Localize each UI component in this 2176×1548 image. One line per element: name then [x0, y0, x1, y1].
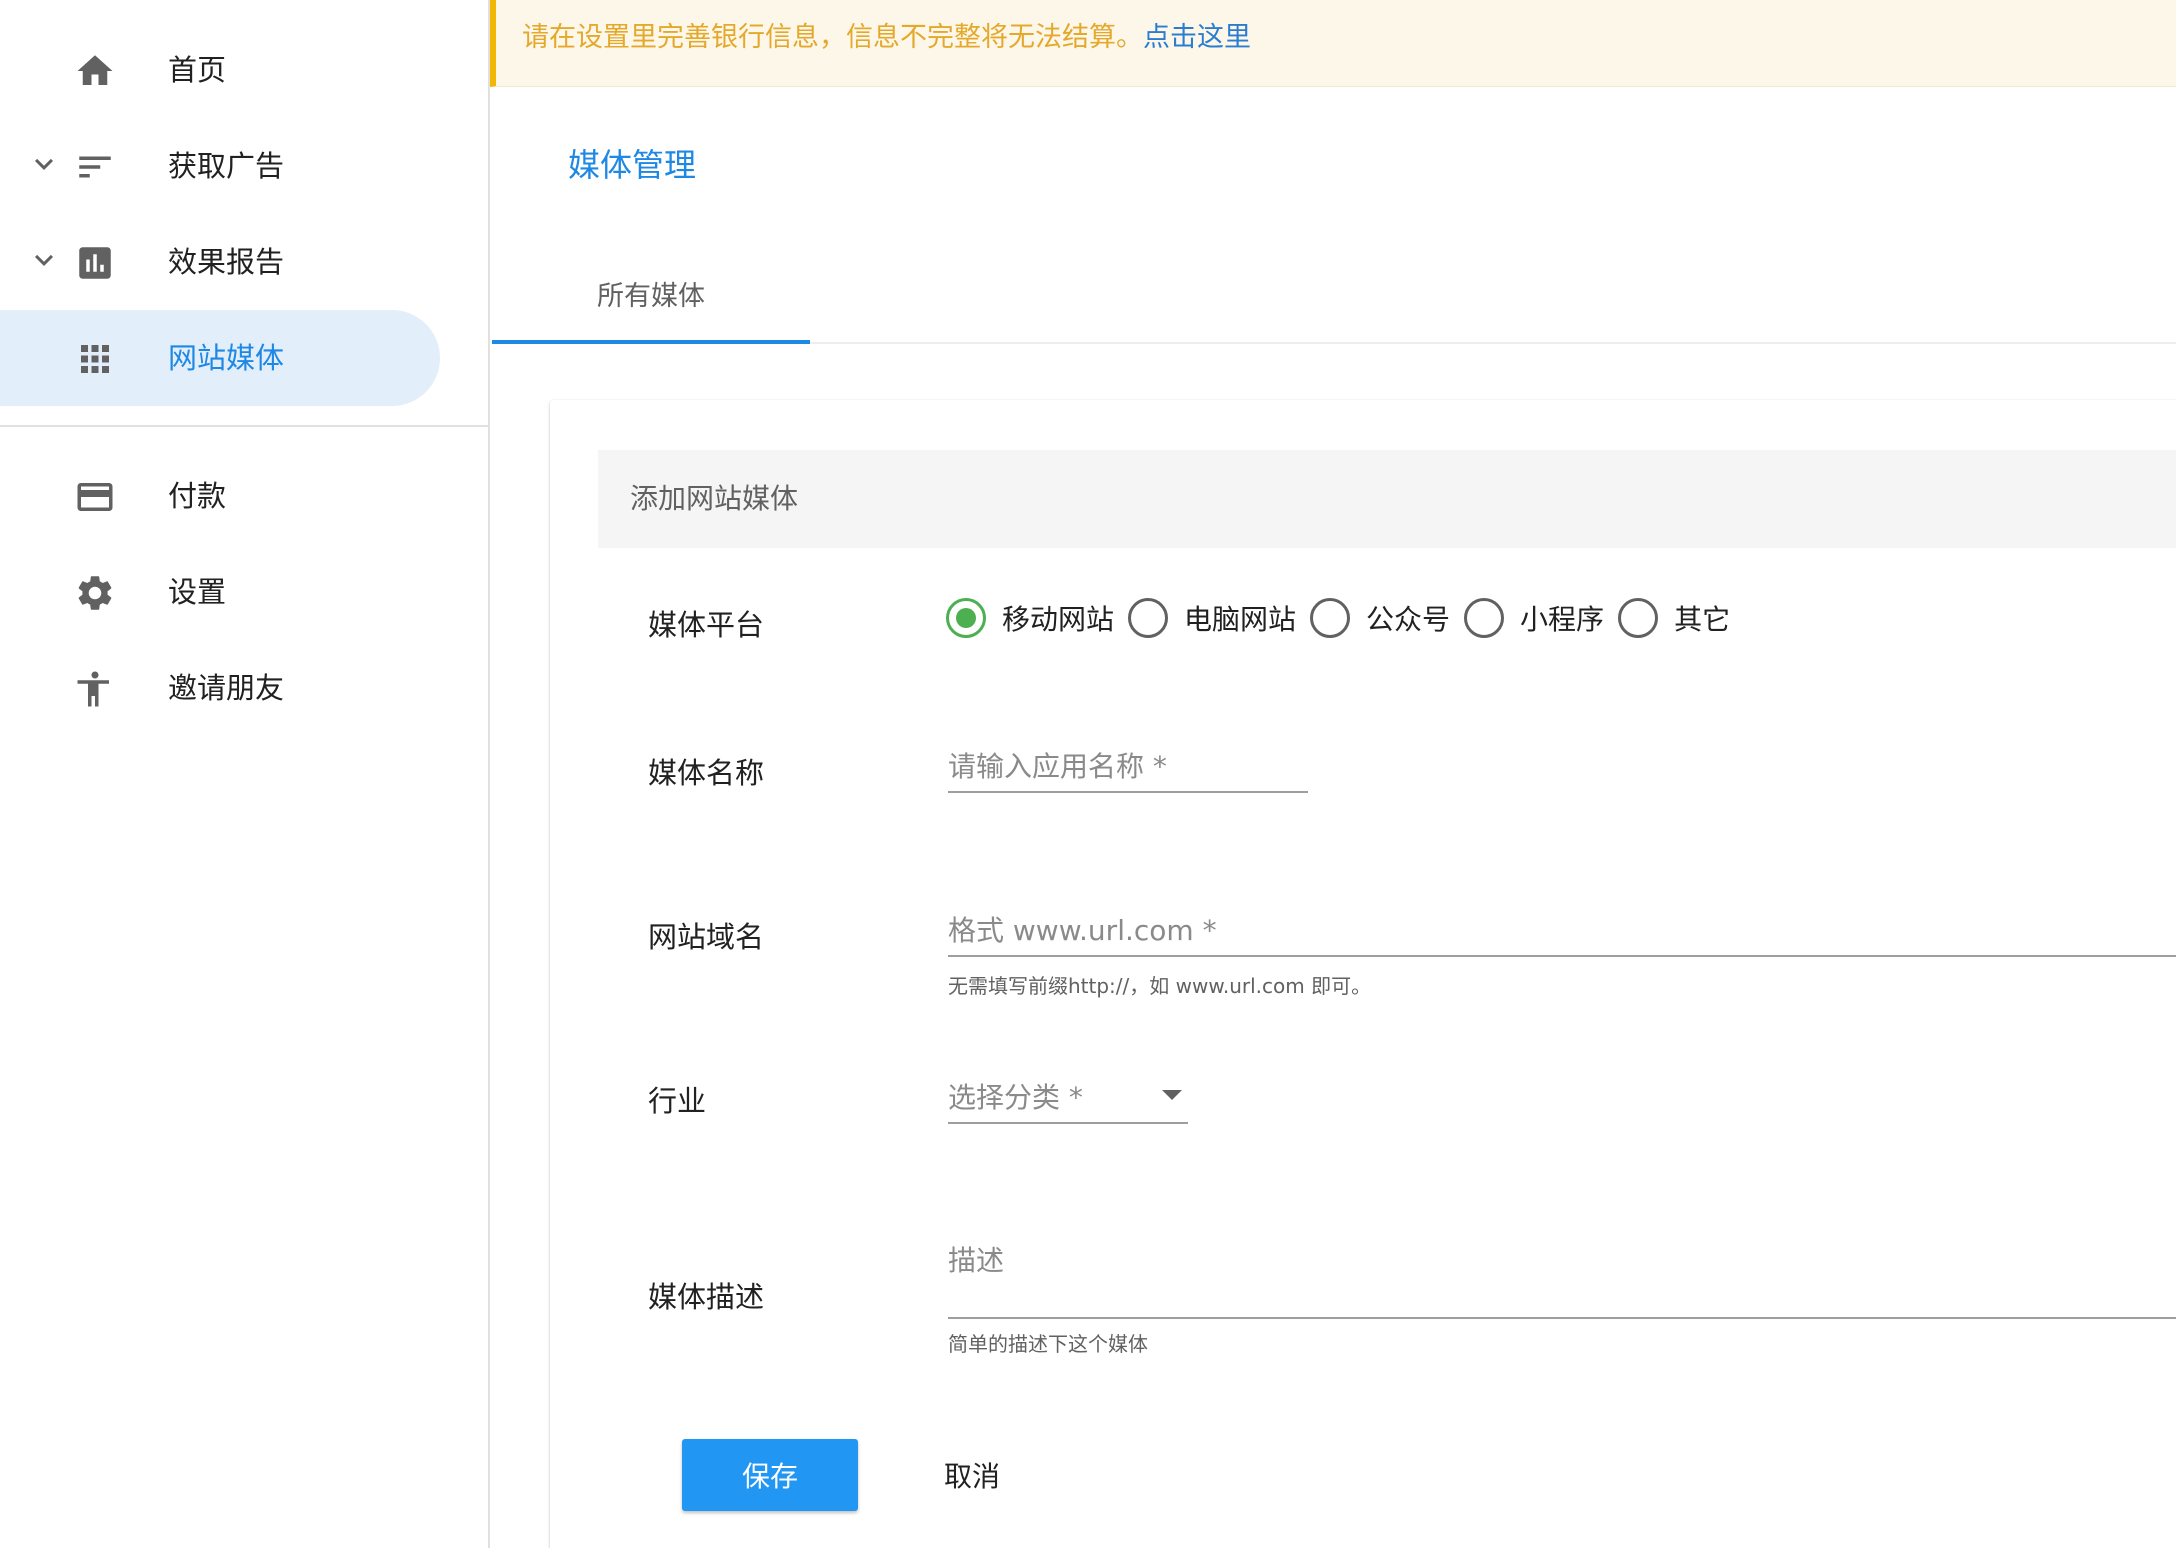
industry-select[interactable]: 选择分类 * — [948, 1076, 1188, 1124]
radio-label: 公众号 — [1366, 603, 1451, 636]
radio-label: 电脑网站 — [1184, 603, 1297, 636]
sidebar-item-label: 网站媒体 — [168, 341, 285, 375]
radio-unchecked-icon — [1128, 598, 1169, 638]
sidebar-item-label: 获取广告 — [168, 149, 285, 183]
radio-desktop-site[interactable]: 电脑网站 — [1128, 598, 1296, 638]
sidebar-divider — [0, 425, 490, 427]
gear-icon — [78, 576, 112, 610]
radio-mobile-site[interactable]: 移动网站 — [946, 598, 1114, 638]
card-header: 添加网站媒体 — [598, 450, 2176, 548]
card-header-title: 添加网站媒体 — [630, 482, 799, 515]
sidebar-item-label: 付款 — [168, 479, 227, 513]
media-name-label: 媒体名称 — [648, 756, 765, 790]
sidebar-item-payment[interactable]: 付款 — [0, 448, 440, 544]
radio-label: 其它 — [1674, 603, 1731, 636]
page-title: 媒体管理 — [568, 146, 697, 184]
media-name-input[interactable] — [948, 750, 1308, 793]
banner-text-container: 请在设置里完善银行信息，信息不完整将无法结算。点击这里 — [522, 0, 1251, 76]
banner-link[interactable]: 点击这里 — [1143, 22, 1251, 53]
radio-label: 小程序 — [1520, 603, 1605, 636]
tab-all-media[interactable]: 所有媒体 — [492, 272, 810, 344]
sort-lines-icon — [79, 156, 111, 178]
radio-other[interactable]: 其它 — [1618, 598, 1730, 638]
sidebar-item-home[interactable]: 首页 — [0, 22, 440, 118]
radio-checked-icon — [946, 598, 986, 638]
description-label: 媒体描述 — [648, 1280, 765, 1314]
radio-unchecked-icon — [1464, 598, 1505, 638]
add-media-card: 添加网站媒体 媒体平台 移动网站 电脑网站 公众号 小程序 其它 媒体名称 请输… — [550, 400, 2176, 1548]
sidebar-item-reports[interactable]: 效果报告 — [0, 214, 440, 310]
chevron-down-icon[interactable] — [26, 242, 62, 278]
radio-mini-program[interactable]: 小程序 — [1464, 598, 1604, 638]
sidebar-item-label: 设置 — [168, 575, 227, 609]
home-icon — [77, 55, 113, 85]
domain-input[interactable] — [948, 914, 2176, 957]
platform-label: 媒体平台 — [648, 608, 765, 642]
credit-card-icon — [77, 483, 113, 511]
radio-official-account[interactable]: 公众号 — [1310, 598, 1450, 638]
app-root: 首页 获取广告 效果报告 网站媒体 付款 设置 邀请朋友 请在设置里完善银行信息… — [0, 0, 2176, 1548]
sidebar-item-invite[interactable]: 邀请朋友 — [0, 640, 440, 736]
person-icon — [77, 671, 109, 707]
bank-info-warning-banner: 请在设置里完善银行信息，信息不完整将无法结算。点击这里 — [490, 0, 2176, 87]
dropdown-arrow-icon — [1162, 1090, 1182, 1100]
industry-label: 行业 — [648, 1084, 707, 1118]
industry-select-placeholder: 选择分类 * — [948, 1081, 1083, 1114]
bar-chart-icon — [79, 247, 111, 279]
radio-label: 移动网站 — [1002, 603, 1115, 636]
banner-message: 请在设置里完善银行信息，信息不完整将无法结算。 — [522, 22, 1143, 53]
sidebar-item-website-media[interactable]: 网站媒体 — [0, 310, 440, 406]
apps-grid-icon — [81, 345, 109, 373]
radio-unchecked-icon — [1310, 598, 1351, 638]
sidebar-item-label: 效果报告 — [168, 245, 285, 279]
domain-label: 网站域名 — [648, 920, 765, 954]
cancel-button[interactable]: 取消 — [902, 1439, 1042, 1511]
sidebar: 首页 获取广告 效果报告 网站媒体 付款 设置 邀请朋友 — [0, 0, 490, 1548]
description-hint: 简单的描述下这个媒体 — [948, 1332, 1148, 1356]
save-button[interactable]: 保存 — [682, 1439, 858, 1511]
description-input[interactable] — [948, 1244, 2176, 1319]
sidebar-item-label: 邀请朋友 — [168, 671, 285, 705]
radio-unchecked-icon — [1618, 598, 1659, 638]
sidebar-item-label: 首页 — [168, 53, 227, 87]
tabs-bar: 所有媒体 — [492, 272, 2176, 344]
chevron-down-icon[interactable] — [26, 146, 62, 182]
platform-radio-group: 移动网站 电脑网站 公众号 小程序 其它 — [946, 596, 1744, 640]
sidebar-item-get-ads[interactable]: 获取广告 — [0, 118, 440, 214]
domain-hint: 无需填写前缀http://，如 www.url.com 即可。 — [948, 974, 1372, 998]
sidebar-item-settings[interactable]: 设置 — [0, 544, 440, 640]
